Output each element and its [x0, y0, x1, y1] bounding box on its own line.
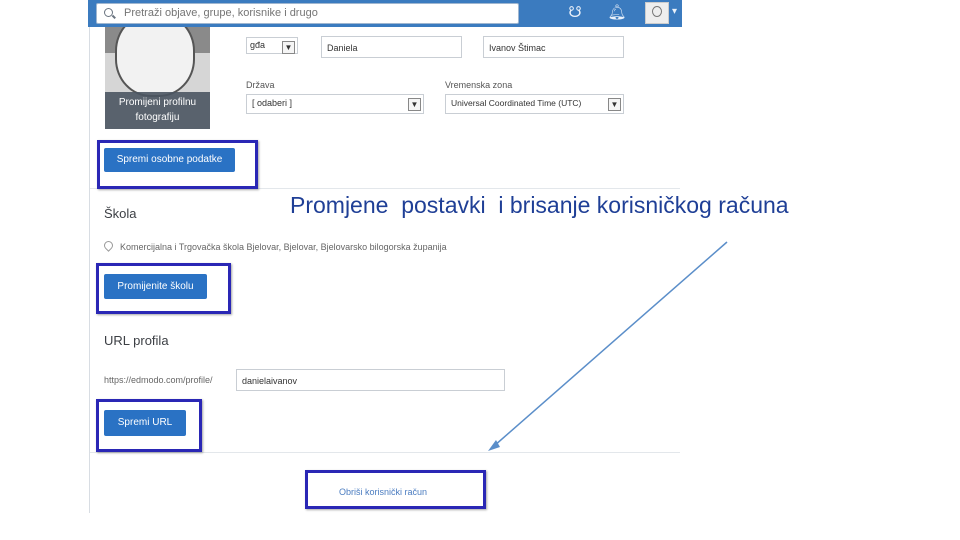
annotation-arrow	[488, 241, 728, 451]
